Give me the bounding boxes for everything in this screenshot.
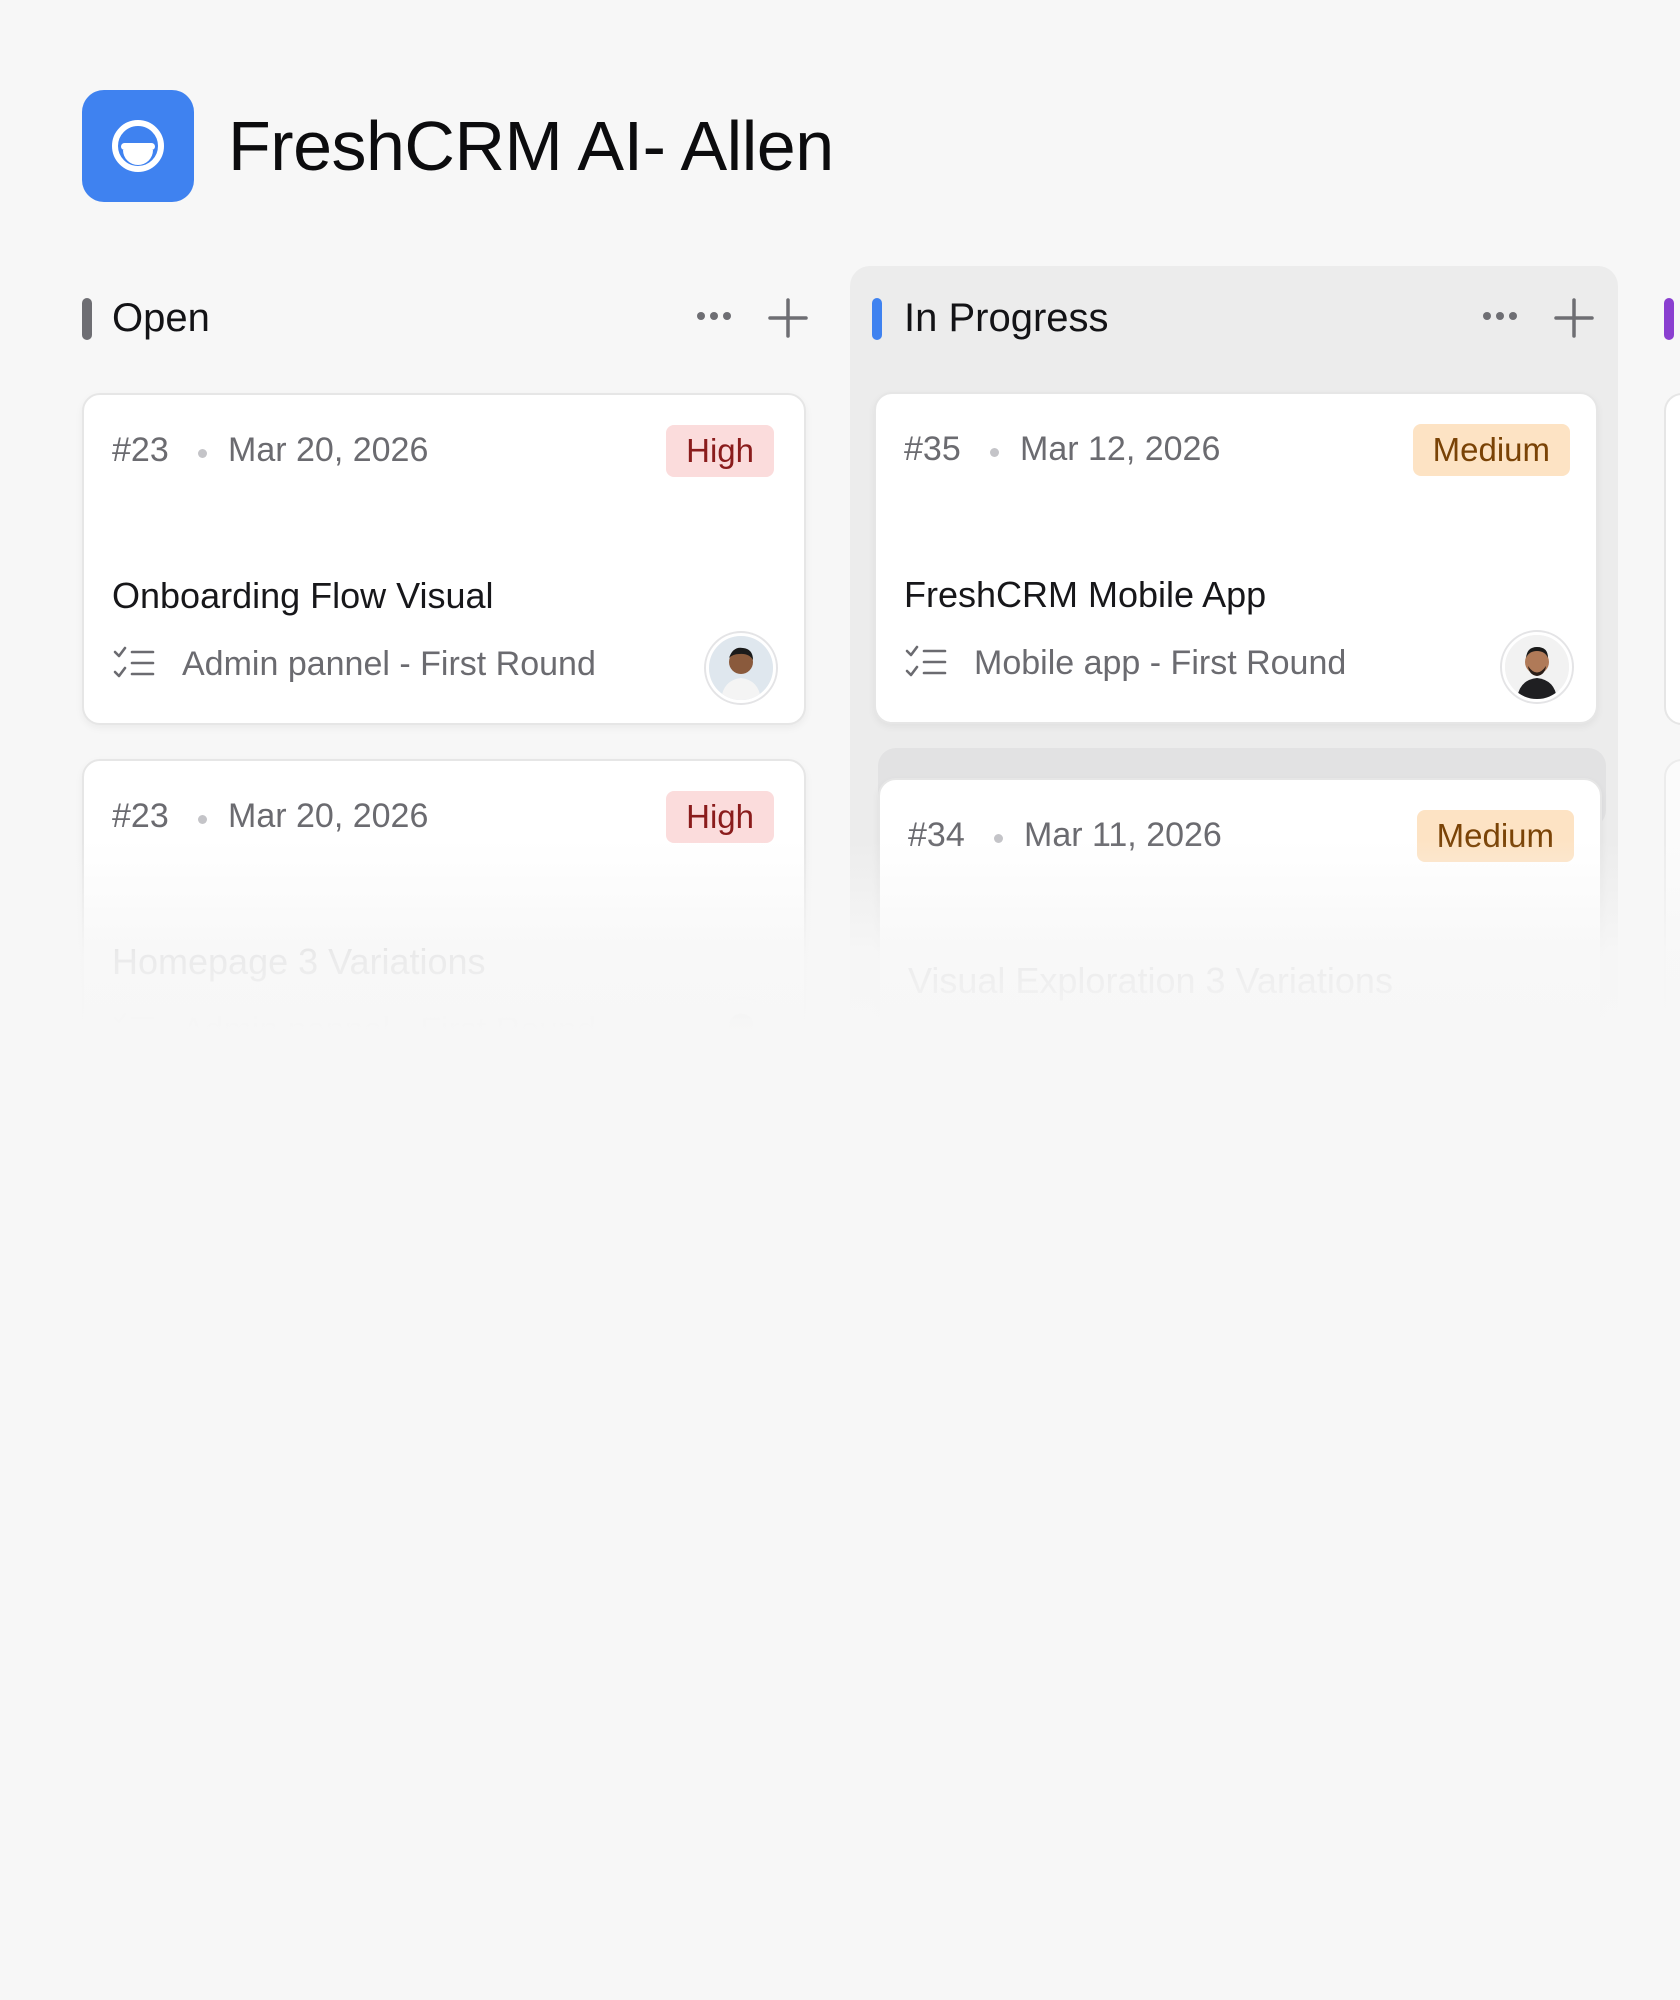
task-id: #35 xyxy=(904,430,961,468)
checklist-icon xyxy=(112,645,156,685)
task-title: Homepage 3 Variations xyxy=(112,941,486,982)
task-title: FreshCRM Mobile App xyxy=(904,574,1267,615)
task-card[interactable]: #23 Mar 20, 2026 High Homepage 3 Variati… xyxy=(82,759,806,1091)
priority-badge: High xyxy=(666,425,774,477)
separator-dot xyxy=(994,834,1003,843)
task-date: Mar 12, 2026 xyxy=(1020,430,1221,468)
column-in-progress: In Progress #35 Mar 12, 2026 Medium Fres… xyxy=(850,266,1618,1126)
app-header: FreshCRM AI- Allen xyxy=(82,90,834,202)
task-title: Onboarding Flow Visual xyxy=(112,575,494,616)
task-card[interactable]: #35 Mar 12, 2026 Medium FreshCRM Mobile … xyxy=(874,392,1598,724)
chat-bubble-icon xyxy=(82,90,194,202)
task-card[interactable] xyxy=(1664,759,1680,1091)
priority-badge: Medium xyxy=(1412,424,1570,476)
avatar[interactable] xyxy=(1502,632,1572,702)
avatar[interactable] xyxy=(706,633,776,703)
column-color-bar xyxy=(872,298,882,340)
task-id: #23 xyxy=(112,431,169,469)
page-title: FreshCRM AI- Allen xyxy=(228,107,834,185)
column-title: In Progress xyxy=(904,296,1109,340)
task-date: Mar 11, 2026 xyxy=(1024,816,1222,854)
task-card[interactable]: #23 Mar 20, 2026 High Onboarding Flow Vi… xyxy=(82,393,806,725)
add-card-icon[interactable] xyxy=(1550,294,1598,342)
task-date: Mar 20, 2026 xyxy=(228,431,429,469)
checklist-icon xyxy=(908,1030,952,1070)
avatar[interactable]: R xyxy=(1512,1018,1576,1082)
column-color-bar xyxy=(1664,298,1674,340)
task-subtitle: Admin pannel - First Round xyxy=(182,1011,596,1049)
separator-dot xyxy=(198,815,207,824)
task-subtitle: Mobile app - First Round xyxy=(974,644,1347,682)
column-title: Open xyxy=(112,296,210,340)
task-subtitle: Admin pannel - First Round xyxy=(978,1030,1392,1068)
priority-badge: High xyxy=(666,791,774,843)
task-card[interactable]: #34 Mar 11, 2026 Medium Visual Explorati… xyxy=(878,778,1602,1110)
more-options-icon[interactable] xyxy=(1474,294,1526,338)
task-id: #23 xyxy=(112,797,169,835)
column-color-bar xyxy=(82,298,92,340)
task-subtitle: Admin pannel - First Round xyxy=(182,645,596,683)
avatar[interactable] xyxy=(706,999,776,1069)
checklist-icon xyxy=(112,1011,156,1051)
more-options-icon[interactable] xyxy=(688,294,740,338)
separator-dot xyxy=(198,449,207,458)
task-card[interactable] xyxy=(1664,393,1680,725)
task-id: #34 xyxy=(908,816,965,854)
add-card-icon[interactable] xyxy=(764,294,812,342)
priority-badge: Medium xyxy=(1416,810,1574,862)
checklist-icon xyxy=(904,644,948,684)
separator-dot xyxy=(990,448,999,457)
task-date: Mar 20, 2026 xyxy=(228,797,429,835)
task-title: Visual Exploration 3 Variations xyxy=(908,960,1393,1001)
